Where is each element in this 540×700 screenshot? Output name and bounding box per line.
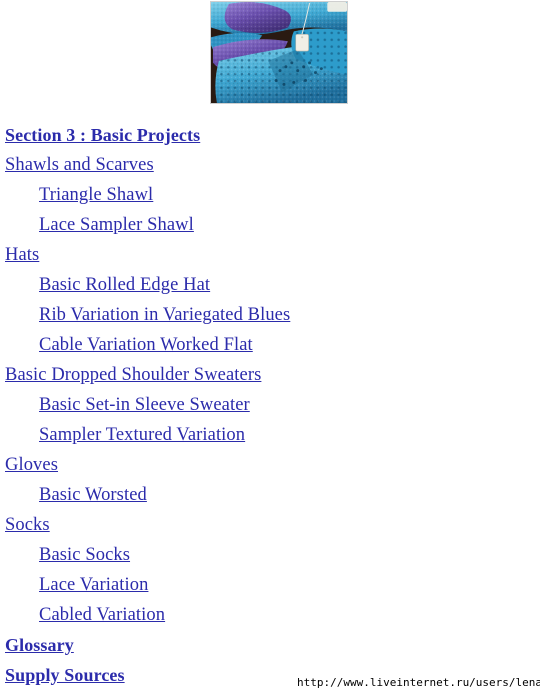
liveinternet-counter-url: http://www.liveinternet.ru/users/lenatt/: [297, 676, 540, 689]
toc-link-supply-sources[interactable]: Supply Sources: [5, 665, 125, 685]
toc-row: Sampler Textured Variation: [0, 420, 540, 450]
photo-block: [0, 0, 540, 108]
toc-row: Cabled Variation: [0, 600, 540, 630]
toc-link-basic-dropped-shoulder-sweaters[interactable]: Basic Dropped Shoulder Sweaters: [5, 365, 261, 385]
toc-link-lace-sampler-shawl[interactable]: Lace Sampler Shawl: [39, 215, 194, 235]
table-of-contents: Section 3 : Basic Projects Shawls and Sca…: [0, 120, 540, 690]
toc-row: Basic Dropped Shoulder Sweaters: [0, 360, 540, 390]
toc-row: Shawls and Scarves: [0, 150, 540, 180]
toc-link-basic-worsted[interactable]: Basic Worsted: [39, 485, 147, 505]
toc-link-gloves[interactable]: Gloves: [5, 455, 58, 475]
toc-link-sampler-textured-variation[interactable]: Sampler Textured Variation: [39, 425, 245, 445]
toc-link-basic-set-in-sleeve-sweater[interactable]: Basic Set-in Sleeve Sweater: [39, 395, 250, 415]
toc-row: Hats: [0, 240, 540, 270]
toc-link-glossary[interactable]: Glossary: [5, 635, 74, 655]
toc-link-shawls-and-scarves[interactable]: Shawls and Scarves: [5, 155, 154, 175]
toc-link-basic-rolled-edge-hat[interactable]: Basic Rolled Edge Hat: [39, 275, 210, 295]
toc-link-cable-variation-worked-flat[interactable]: Cable Variation Worked Flat: [39, 335, 253, 355]
knitted-shawls-photo: [210, 1, 348, 104]
toc-link-cabled-variation[interactable]: Cabled Variation: [39, 605, 165, 625]
toc-row: Basic Worsted: [0, 480, 540, 510]
toc-row: Lace Variation: [0, 570, 540, 600]
photo-artwork: [211, 2, 347, 103]
toc-row: Basic Set-in Sleeve Sweater: [0, 390, 540, 420]
toc-link-basic-socks[interactable]: Basic Socks: [39, 545, 130, 565]
toc-row: Basic Rolled Edge Hat: [0, 270, 540, 300]
toc-link-triangle-shawl[interactable]: Triangle Shawl: [39, 185, 153, 205]
toc-link-section-3-basic-projects[interactable]: Section 3 : Basic Projects: [5, 125, 200, 145]
toc-row: Socks: [0, 510, 540, 540]
toc-link-rib-variation-in-variegated-blues[interactable]: Rib Variation in Variegated Blues: [39, 305, 290, 325]
toc-row: Cable Variation Worked Flat: [0, 330, 540, 360]
toc-row: Basic Socks: [0, 540, 540, 570]
toc-link-socks[interactable]: Socks: [5, 515, 50, 535]
toc-link-lace-variation[interactable]: Lace Variation: [39, 575, 148, 595]
toc-row: Section 3 : Basic Projects: [0, 120, 540, 150]
toc-row: Lace Sampler Shawl: [0, 210, 540, 240]
toc-link-hats[interactable]: Hats: [5, 245, 39, 265]
toc-row: Rib Variation in Variegated Blues: [0, 300, 540, 330]
toc-row: Triangle Shawl: [0, 180, 540, 210]
toc-row: Glossary: [0, 630, 540, 660]
toc-row: Gloves: [0, 450, 540, 480]
